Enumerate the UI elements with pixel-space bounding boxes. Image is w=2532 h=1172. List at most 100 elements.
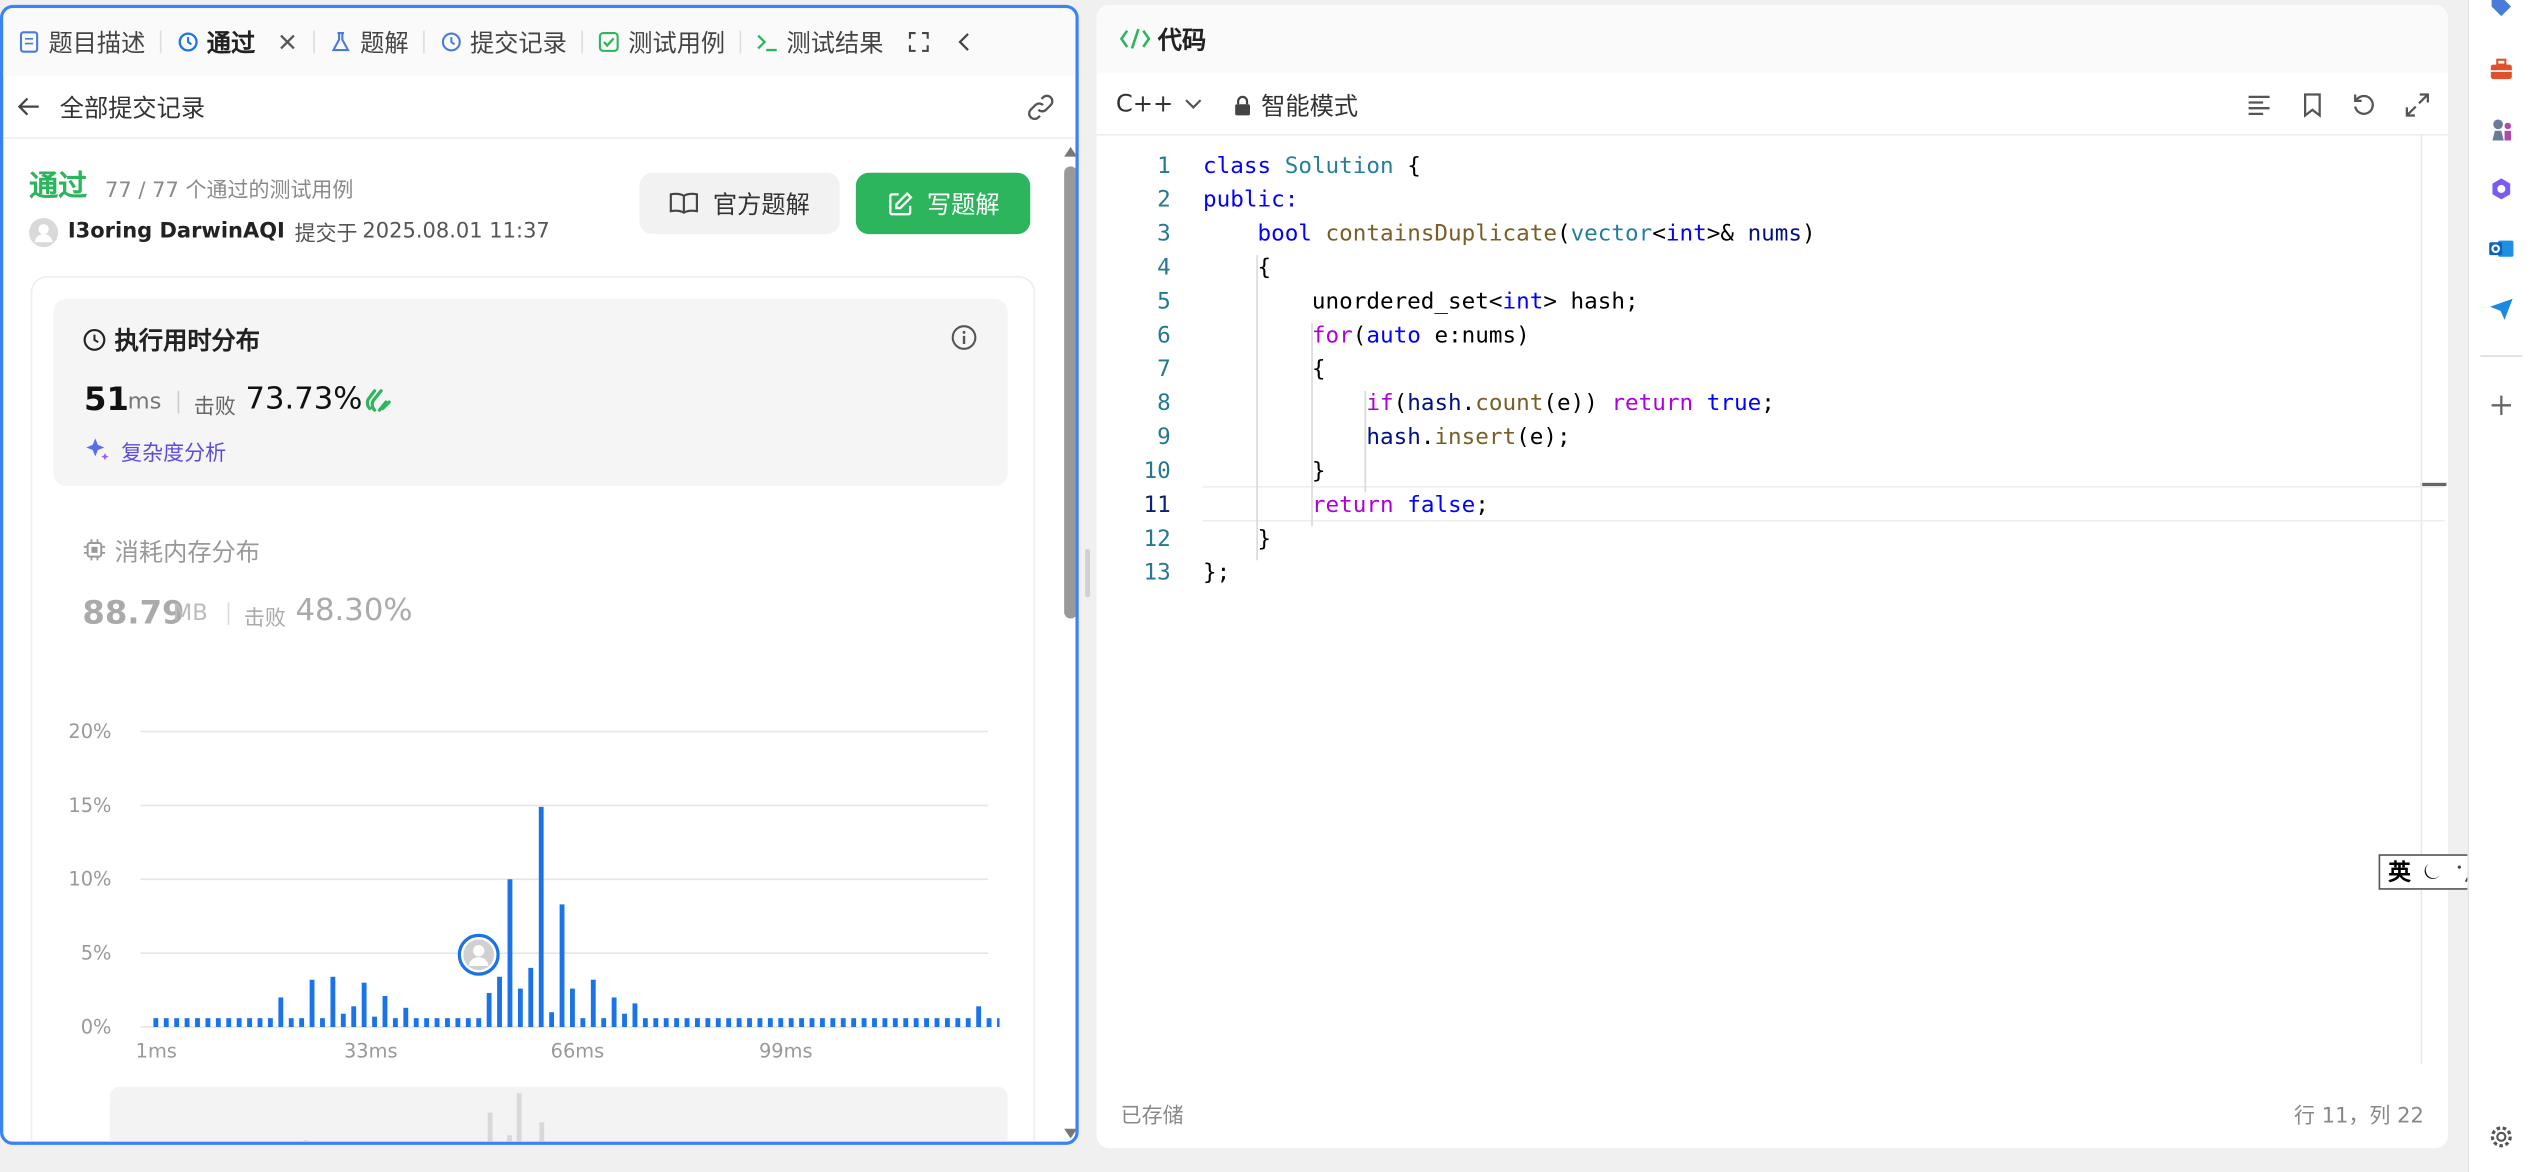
chart-bar[interactable] [674,1018,680,1028]
format-icon[interactable] [2246,92,2272,118]
code-line[interactable]: public: [1203,187,1298,213]
chart-bar[interactable] [320,1018,325,1028]
info-icon[interactable] [951,325,977,351]
chart-bar[interactable] [486,993,492,1028]
code-line[interactable]: for(auto e:nums) [1203,323,1530,349]
chart-bar[interactable] [517,988,523,1028]
chart-bar[interactable] [642,1018,648,1028]
collapse-button[interactable] [940,8,988,76]
chart-bar[interactable] [861,1018,867,1028]
close-icon[interactable] [276,31,299,54]
code-line[interactable]: { [1203,255,1271,281]
code-line[interactable]: }; [1203,560,1230,586]
chart-bar[interactable] [278,997,284,1028]
tab-solutions[interactable]: 题解 [315,8,423,76]
arrow-left-icon[interactable] [16,94,42,120]
chart-bar[interactable] [809,1018,815,1028]
chart-bar[interactable] [528,967,534,1028]
complexity-analysis-link[interactable]: 复杂度分析 [121,436,226,466]
chart-bar[interactable] [903,1018,909,1028]
chart-bar[interactable] [663,1018,669,1028]
chart-bar[interactable] [570,988,575,1028]
chart-bar[interactable] [851,1018,857,1028]
code-line[interactable]: } [1203,526,1271,552]
chart-bar[interactable] [892,1018,898,1028]
chart-bar[interactable] [965,1018,971,1028]
chart-bar[interactable] [934,1018,940,1028]
chart-bar[interactable] [257,1018,263,1028]
author-name[interactable]: I3oring DarwinAQI [68,220,285,244]
all-submissions-link[interactable]: 全部提交记录 [60,90,205,124]
language-select[interactable]: C++ [1116,89,1203,118]
code-line[interactable]: unordered_set<int> hash; [1203,289,1639,315]
tag-icon[interactable] [2488,0,2514,19]
fullscreen-icon[interactable] [2404,92,2430,118]
chart-bar[interactable] [736,1018,742,1028]
chart-bar[interactable] [465,1018,471,1028]
chart-bar[interactable] [372,1016,377,1028]
official-solution-button[interactable]: 官方题解 [639,172,840,235]
chart-bar[interactable] [590,979,596,1028]
chart-bar[interactable] [205,1018,211,1028]
chart-bar[interactable] [247,1018,252,1028]
copilot-icon[interactable] [2488,176,2514,202]
chart-bar[interactable] [695,1018,700,1028]
scroll-up-arrow[interactable] [1064,146,1076,157]
tab-test-results[interactable]: 测试结果 [741,8,898,76]
chart-bar[interactable] [497,976,502,1028]
chart-bar[interactable] [788,1018,794,1028]
chart-bar[interactable] [226,1018,232,1028]
chart-bar[interactable] [913,1018,919,1028]
chart-bar[interactable] [601,1018,607,1028]
chart-bar[interactable] [622,1013,627,1028]
chart-bar[interactable] [653,1018,659,1028]
chart-bar[interactable] [424,1018,430,1028]
code-line[interactable]: bool containsDuplicate(vector<int>& nums… [1203,221,1815,247]
code-line[interactable]: return false; [1203,493,1489,519]
chart-bar[interactable] [434,1018,440,1028]
bookmark-icon[interactable] [2299,92,2325,118]
chart-bar[interactable] [944,1018,950,1028]
tab-testcases[interactable]: 测试用例 [583,8,740,76]
chart-bar[interactable] [830,1018,836,1028]
chart-bar[interactable] [413,1018,419,1028]
chart-bar[interactable] [153,1018,159,1028]
send-icon[interactable] [2488,296,2514,322]
write-solution-button[interactable]: 写题解 [855,172,1031,235]
chart-bar[interactable] [476,1018,482,1028]
chart-bar[interactable] [757,1018,763,1028]
chart-bar[interactable] [174,1018,180,1028]
code-line[interactable]: class Solution { [1203,153,1421,179]
chart-bar[interactable] [445,1018,450,1028]
chart-bar[interactable] [309,979,315,1028]
chart-bar[interactable] [236,1018,242,1028]
chart-bar[interactable] [747,1018,752,1028]
chart-bar[interactable] [507,879,513,1028]
tab-submissions[interactable]: 提交记录 [425,8,582,76]
chart-bar[interactable] [778,1018,784,1028]
memory-section[interactable]: 消耗内存分布 88.79 MB 击败 48.30% [82,531,986,644]
chart-bar[interactable] [288,1018,294,1028]
chart-bar[interactable] [611,997,617,1028]
chart-bar[interactable] [382,995,388,1028]
chess-icon[interactable] [2488,116,2514,142]
chart-bar[interactable] [955,1018,961,1028]
chart-bar[interactable] [767,1018,773,1028]
runtime-distribution-chart[interactable]: 0% 5% 10% 15% 20% 1ms 33ms 66ms 99ms [31,702,1000,1073]
chart-bar[interactable] [340,1013,346,1028]
code-line[interactable]: hash.insert(e); [1203,425,1570,451]
chart-bar[interactable] [997,1018,1000,1028]
chart-bar[interactable] [330,976,336,1028]
chart-bar[interactable] [924,1018,929,1028]
minimap[interactable]: 1ms 33ms 66ms 99ms [109,1086,1008,1142]
chart-bar[interactable] [195,1018,200,1028]
chart-bar[interactable] [392,1018,398,1028]
chart-bar[interactable] [726,1018,732,1028]
scrollbar-thumb[interactable] [1064,166,1076,619]
chart-bar[interactable] [819,1018,825,1028]
chart-bar[interactable] [684,1018,690,1028]
scrollbar[interactable] [1063,146,1076,1142]
scroll-down-arrow[interactable] [1064,1128,1076,1139]
tab-accepted[interactable]: 通过 [162,8,314,76]
chart-bar[interactable] [403,1007,409,1028]
